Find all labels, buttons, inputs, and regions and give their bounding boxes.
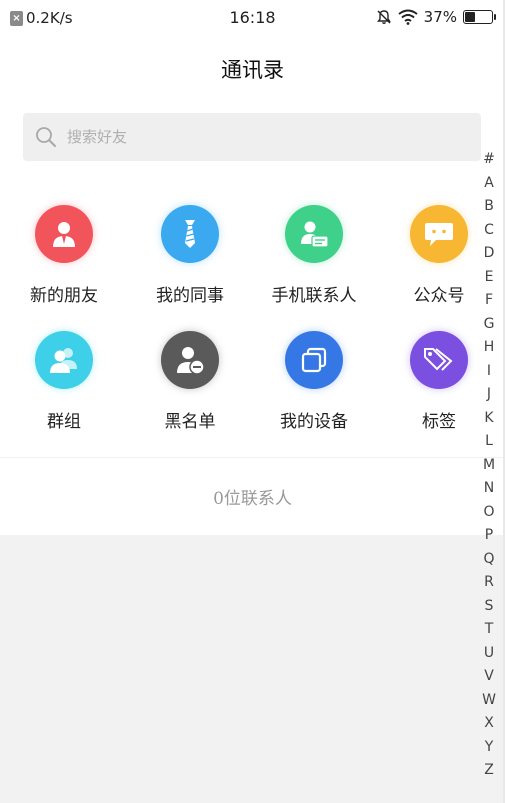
grid-label: 手机联系人 (271, 286, 357, 306)
alphabet-index-letter[interactable]: P (476, 524, 502, 548)
block-user-icon (161, 331, 219, 389)
wifi-icon (398, 9, 418, 25)
battery-level (465, 12, 476, 22)
search-input[interactable] (67, 123, 467, 151)
contacts-screen: × 0.2K/s 16:18 37% 通讯录 搜索好友 新的朋友 我的同事 手机… (0, 0, 505, 803)
alphabet-index-letter[interactable]: Q (476, 548, 502, 572)
alphabet-index-letter[interactable]: S (476, 595, 502, 619)
alphabet-index-letter[interactable]: # (476, 148, 502, 172)
alphabet-index-letter[interactable]: M (476, 454, 502, 478)
alphabet-index-letter[interactable]: C (476, 219, 502, 243)
grid-item-colleagues[interactable]: 我的同事 (135, 205, 245, 306)
alphabet-index-letter[interactable]: H (476, 336, 502, 360)
alphabet-index-letter[interactable]: B (476, 195, 502, 219)
alphabet-index-letter[interactable]: G (476, 313, 502, 337)
alphabet-index-letter[interactable]: W (476, 689, 502, 713)
status-bar: × 0.2K/s 16:18 37% (0, 0, 505, 34)
alphabet-index-letter[interactable]: A (476, 172, 502, 196)
grid-item-phone-contacts[interactable]: 手机联系人 (259, 205, 369, 306)
grid-label: 群组 (47, 412, 81, 432)
contact-count: 0位联系人 (213, 489, 292, 509)
alphabet-index-letter[interactable]: R (476, 571, 502, 595)
alphabet-index-letter[interactable]: V (476, 665, 502, 689)
grid-label: 我的同事 (156, 286, 224, 306)
alphabet-index-letter[interactable]: T (476, 618, 502, 642)
battery-icon (463, 10, 496, 24)
bell-off-icon (376, 10, 391, 24)
grid-label: 新的朋友 (30, 286, 98, 306)
grid-item-my-devices[interactable]: 我的设备 (259, 331, 369, 432)
page-title: 通讯录 (221, 58, 284, 82)
alphabet-index-letter[interactable]: J (476, 383, 502, 407)
contact-card-icon (285, 205, 343, 263)
alphabet-index-letter[interactable]: E (476, 266, 502, 290)
grid-item-new-friends[interactable]: 新的朋友 (9, 205, 119, 306)
grid-item-groups[interactable]: 群组 (9, 331, 119, 432)
alphabet-index-letter[interactable]: X (476, 712, 502, 736)
alphabet-index-letter[interactable]: O (476, 501, 502, 525)
grid-item-blacklist[interactable]: 黑名单 (135, 331, 245, 432)
alphabet-index-letter[interactable]: F (476, 289, 502, 313)
alphabet-index-letter[interactable]: K (476, 407, 502, 431)
alphabet-index-letter[interactable]: Z (476, 759, 502, 783)
search-icon (36, 127, 56, 147)
alphabet-index-letter[interactable]: U (476, 642, 502, 666)
alphabet-index-letter[interactable]: I (476, 360, 502, 384)
grid-label: 我的设备 (280, 412, 348, 432)
divider (0, 457, 505, 458)
tag-icon (410, 331, 468, 389)
alphabet-index[interactable]: # A B C D E F G H I J K L M N O P Q R S T U V W X Y Z (476, 148, 502, 783)
search-bar[interactable] (23, 113, 481, 161)
alphabet-index-letter[interactable]: D (476, 242, 502, 266)
devices-icon (285, 331, 343, 389)
tie-icon (161, 205, 219, 263)
alphabet-index-letter[interactable]: N (476, 477, 502, 501)
alphabet-index-letter[interactable]: Y (476, 736, 502, 760)
status-indicators: 37% (376, 8, 496, 26)
chat-bubble-icon (410, 205, 468, 263)
person-suit-icon (35, 205, 93, 263)
group-icon (35, 331, 93, 389)
alphabet-index-letter[interactable]: L (476, 430, 502, 454)
grid-label: 黑名单 (164, 412, 216, 432)
battery-percent: 37% (423, 8, 457, 26)
